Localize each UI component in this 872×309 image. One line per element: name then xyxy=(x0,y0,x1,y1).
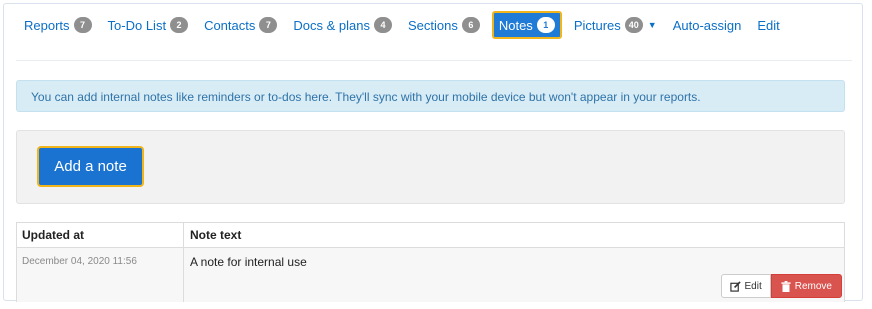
table-header: Updated at Note text xyxy=(17,223,844,248)
edit-label: Edit xyxy=(744,280,762,292)
tab-notes[interactable]: Notes 1 xyxy=(491,11,562,39)
notes-panel: Reports 7 To-Do List 2 Contacts 7 Docs &… xyxy=(3,3,863,302)
column-header-note-text: Note text xyxy=(190,228,242,242)
tabs-divider xyxy=(16,60,852,61)
note-text: A note for internal use xyxy=(190,255,307,269)
tab-label: Edit xyxy=(757,17,780,33)
tab-pictures[interactable]: Pictures 40 ▼ xyxy=(566,12,665,38)
table-row: December 04, 2020 11:56 A note for inter… xyxy=(17,248,844,302)
tab-contacts[interactable]: Contacts 7 xyxy=(196,12,285,38)
tab-docs-plans[interactable]: Docs & plans 4 xyxy=(285,12,400,38)
tab-sections[interactable]: Sections 6 xyxy=(400,12,488,38)
tab-label: Pictures xyxy=(573,17,621,33)
trash-icon xyxy=(781,280,791,292)
count-badge: 4 xyxy=(373,17,392,33)
count-badge: 7 xyxy=(73,17,92,33)
section-tabs: Reports 7 To-Do List 2 Contacts 7 Docs &… xyxy=(18,11,788,39)
note-text-cell: A note for internal use Edit Remove xyxy=(184,248,844,302)
remove-label: Remove xyxy=(794,280,832,292)
count-badge: 7 xyxy=(259,17,278,33)
tab-edit[interactable]: Edit xyxy=(749,12,787,38)
info-alert: You can add internal notes like reminder… xyxy=(16,80,845,112)
tab-auto-assign[interactable]: Auto-assign xyxy=(665,12,750,38)
tab-label: Reports xyxy=(24,17,70,33)
tab-label: Auto-assign xyxy=(672,17,742,33)
edit-note-button[interactable]: Edit xyxy=(720,274,771,298)
tab-label: Contacts xyxy=(204,17,256,33)
remove-note-button[interactable]: Remove xyxy=(770,274,842,298)
count-badge: 2 xyxy=(170,17,189,33)
updated-at-cell: December 04, 2020 11:56 xyxy=(17,248,184,302)
count-badge: 40 xyxy=(624,17,643,33)
row-actions: Edit Remove xyxy=(720,274,842,298)
notes-table: Updated at Note text December 04, 2020 1… xyxy=(16,222,845,302)
count-badge: 1 xyxy=(536,17,555,33)
tab-label: Sections xyxy=(407,17,458,33)
column-header-updated-at: Updated at xyxy=(17,223,184,247)
add-note-well: Add a note xyxy=(16,130,845,204)
tab-label: Notes xyxy=(498,17,533,33)
tab-label: Docs & plans xyxy=(293,17,370,33)
tab-todo-list[interactable]: To-Do List 2 xyxy=(100,12,197,38)
edit-icon xyxy=(729,280,741,292)
count-badge: 6 xyxy=(461,17,480,33)
tab-reports[interactable]: Reports 7 xyxy=(18,12,100,38)
add-note-button[interactable]: Add a note xyxy=(37,146,144,187)
tab-label: To-Do List xyxy=(107,17,167,33)
caret-down-icon: ▼ xyxy=(647,20,657,30)
